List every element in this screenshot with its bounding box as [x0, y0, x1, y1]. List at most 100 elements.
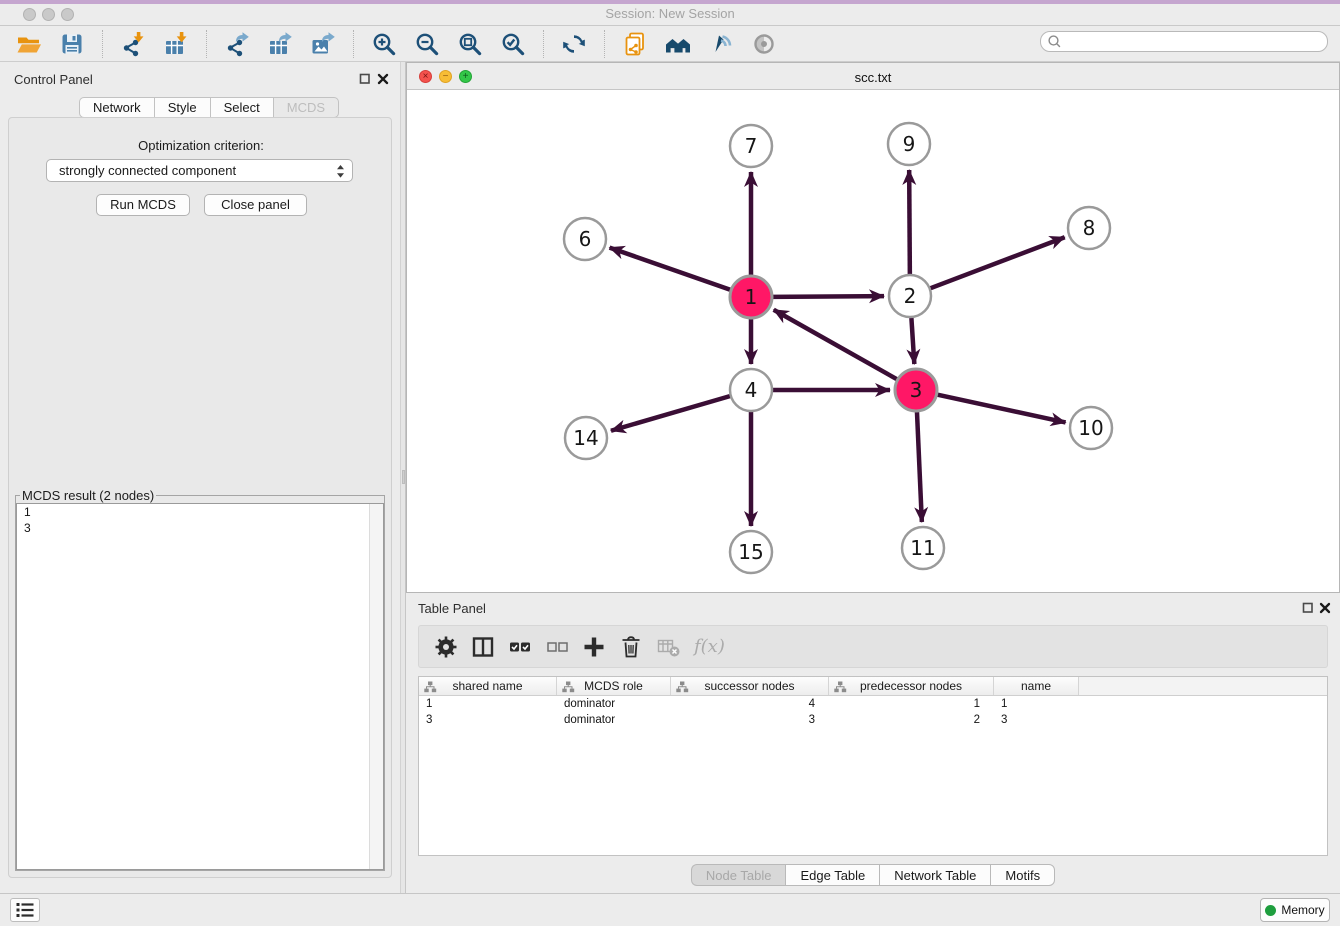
optimization-criterion-select[interactable]: strongly connected component: [46, 159, 353, 182]
cell-shared-name[interactable]: 3: [419, 712, 557, 728]
tab-network[interactable]: Network: [79, 97, 154, 118]
node-label-6: 6: [579, 227, 592, 251]
table-row[interactable]: 3dominator323: [419, 712, 1327, 728]
graph-node-14[interactable]: 14: [565, 417, 607, 459]
tree-icon: [676, 681, 689, 693]
show-view-button[interactable]: [751, 31, 777, 57]
graph-node-4[interactable]: 4: [730, 369, 772, 411]
edge-3-10[interactable]: [937, 395, 1065, 423]
node-table[interactable]: shared nameMCDS rolesuccessor nodesprede…: [418, 676, 1328, 856]
graph-node-10[interactable]: 10: [1070, 407, 1112, 449]
select-all-columns-button[interactable]: [507, 634, 533, 660]
table-panel-title: Table Panel: [418, 601, 486, 616]
delete-row-button[interactable]: [618, 634, 644, 660]
graph-node-2[interactable]: 2: [889, 275, 931, 317]
cell-MCDS-role[interactable]: dominator: [557, 712, 671, 728]
column-header-name[interactable]: name: [994, 677, 1079, 695]
column-header-shared-name[interactable]: shared name: [419, 677, 557, 695]
export-table-button[interactable]: [267, 31, 293, 57]
float-table-panel-icon[interactable]: [1302, 602, 1314, 614]
graph-node-1[interactable]: 1: [730, 276, 772, 318]
table-toolbar: f(x): [418, 625, 1328, 668]
split-panel-button[interactable]: [470, 634, 496, 660]
node-label-10: 10: [1078, 416, 1103, 440]
search-input[interactable]: [1062, 34, 1327, 50]
mcds-result-scrollbar[interactable]: [369, 504, 383, 869]
cell-name[interactable]: 3: [994, 712, 1079, 728]
column-header-successor-nodes[interactable]: successor nodes: [671, 677, 829, 695]
import-table-button[interactable]: [163, 31, 189, 57]
cell-successor-nodes[interactable]: 3: [671, 712, 829, 728]
edge-1-2[interactable]: [773, 296, 884, 297]
cell-shared-name[interactable]: 1: [419, 696, 557, 712]
tab-select[interactable]: Select: [210, 97, 273, 118]
table-options-button[interactable]: [433, 634, 459, 660]
edge-3-11[interactable]: [917, 412, 922, 522]
import-network-button[interactable]: [120, 31, 146, 57]
network-window-close-icon[interactable]: ×: [419, 70, 432, 83]
tab-style[interactable]: Style: [154, 97, 210, 118]
tab-mcds[interactable]: MCDS: [273, 97, 339, 118]
splitter-handle[interactable]: [402, 470, 405, 484]
zoom-out-button[interactable]: [414, 31, 440, 57]
edge-2-9[interactable]: [909, 170, 910, 274]
tab-edge-table[interactable]: Edge Table: [785, 864, 879, 886]
mcds-result-item[interactable]: 3: [17, 520, 383, 536]
edge-4-14[interactable]: [611, 396, 730, 431]
cell-MCDS-role[interactable]: dominator: [557, 696, 671, 712]
tab-node-table[interactable]: Node Table: [691, 864, 786, 886]
control-panel-tabs: NetworkStyleSelectMCDS: [79, 97, 339, 118]
node-label-4: 4: [745, 378, 758, 402]
node-label-3: 3: [910, 378, 923, 402]
mcds-result-item[interactable]: 1: [17, 504, 383, 520]
open-session-button[interactable]: [16, 31, 42, 57]
column-header-predecessor-nodes[interactable]: predecessor nodes: [829, 677, 994, 695]
hide-graphics-details-button[interactable]: [708, 31, 734, 57]
close-panel-button[interactable]: Close panel: [204, 194, 307, 216]
search-box[interactable]: [1040, 31, 1328, 52]
network-window-minimize-icon[interactable]: −: [439, 70, 452, 83]
memory-button[interactable]: Memory: [1260, 898, 1330, 922]
zoom-in-button[interactable]: [371, 31, 397, 57]
float-panel-icon[interactable]: [359, 73, 371, 85]
export-image-button[interactable]: [310, 31, 336, 57]
function-builder-button[interactable]: f(x): [694, 636, 725, 657]
graph-node-11[interactable]: 11: [902, 527, 944, 569]
edge-1-6[interactable]: [610, 248, 731, 290]
clone-network-button[interactable]: [622, 31, 648, 57]
zoom-selected-button[interactable]: [500, 31, 526, 57]
table-row[interactable]: 1dominator411: [419, 696, 1327, 712]
cell-predecessor-nodes[interactable]: 2: [829, 712, 994, 728]
network-window-zoom-icon[interactable]: +: [459, 70, 472, 83]
add-row-button[interactable]: [581, 634, 607, 660]
tab-network-table[interactable]: Network Table: [879, 864, 990, 886]
task-history-button[interactable]: [10, 898, 40, 922]
cell-name[interactable]: 1: [994, 696, 1079, 712]
cell-predecessor-nodes[interactable]: 1: [829, 696, 994, 712]
unselect-all-columns-button[interactable]: [544, 634, 570, 660]
mcds-result-list[interactable]: 13: [16, 503, 384, 870]
graph-node-7[interactable]: 7: [730, 125, 772, 167]
edge-3-1[interactable]: [774, 310, 897, 379]
graph-node-6[interactable]: 6: [564, 218, 606, 260]
save-session-button[interactable]: [59, 31, 85, 57]
close-table-panel-icon[interactable]: [1319, 602, 1331, 614]
column-header-MCDS-role[interactable]: MCDS role: [557, 677, 671, 695]
edge-2-3[interactable]: [911, 318, 914, 364]
close-panel-icon[interactable]: [377, 73, 389, 85]
network-canvas[interactable]: 7 9 6 8 1 2 4 3 14 10 15 11: [407, 90, 1339, 592]
graph-node-15[interactable]: 15: [730, 531, 772, 573]
export-network-button[interactable]: [224, 31, 250, 57]
cell-successor-nodes[interactable]: 4: [671, 696, 829, 712]
split-panel-icon: [470, 634, 496, 660]
run-mcds-button[interactable]: Run MCDS: [96, 194, 190, 216]
graph-node-3[interactable]: 3: [895, 369, 937, 411]
graph-node-8[interactable]: 8: [1068, 207, 1110, 249]
tab-motifs[interactable]: Motifs: [990, 864, 1055, 886]
zoom-fit-button[interactable]: [457, 31, 483, 57]
home-button[interactable]: [665, 31, 691, 57]
refresh-button[interactable]: [561, 31, 587, 57]
graph-node-9[interactable]: 9: [888, 123, 930, 165]
delete-table-button[interactable]: [655, 634, 681, 660]
edge-2-8[interactable]: [931, 237, 1065, 288]
